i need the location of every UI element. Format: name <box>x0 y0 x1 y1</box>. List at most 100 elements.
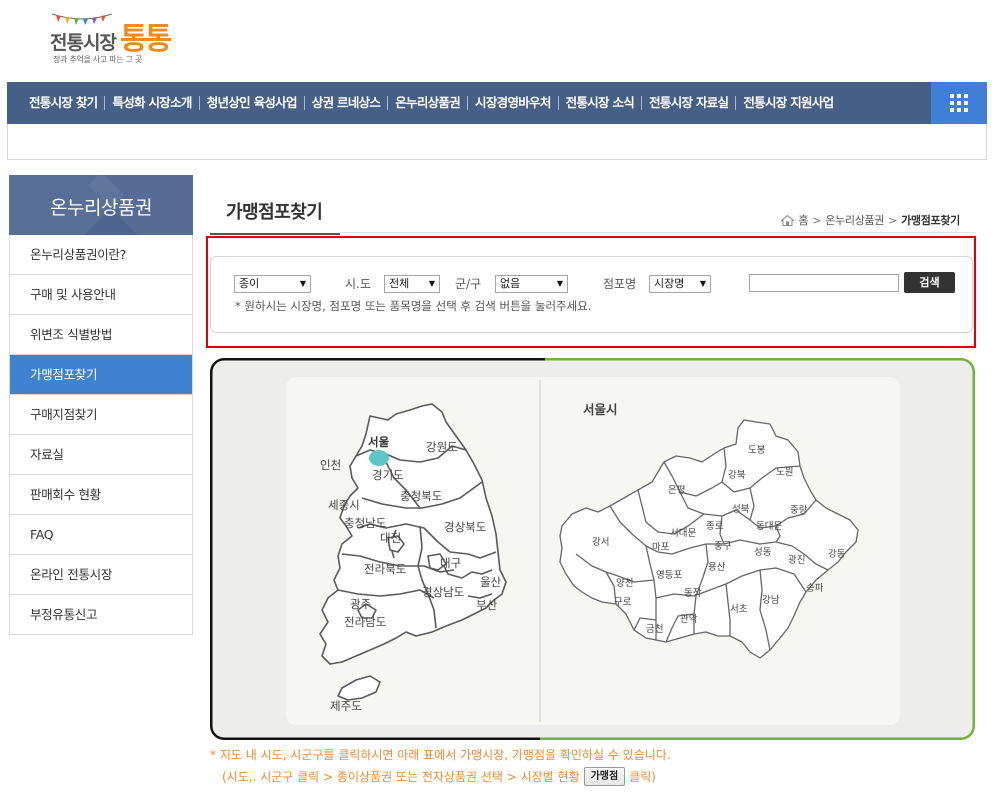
search-input[interactable] <box>749 274 899 292</box>
nav-item-archive[interactable]: 전통시장 자료실 <box>641 96 735 110</box>
district-yeongdeungpo[interactable]: 영등포 <box>656 570 682 581</box>
region-jeonnam[interactable]: 전라남도 <box>344 615 386 629</box>
district-jungnang[interactable]: 중랑 <box>790 504 808 516</box>
main-navigation: 전통시장 찾기 특성화 시장소개 청년상인 육성사업 상권 르네상스 온누리상품… <box>7 82 987 124</box>
nav-item-young-merchants[interactable]: 청년상인 육성사업 <box>198 96 304 110</box>
sido-select[interactable]: 전체 ▼ <box>384 275 440 293</box>
district-gangbuk[interactable]: 강북 <box>728 470 746 481</box>
logo-tagline: 정과 추억을 사고 파는 그 곳 <box>53 55 142 64</box>
sidebar-item-report[interactable]: 부정유통신고 <box>10 595 192 635</box>
sidebar-title: 온누리상품권 <box>9 175 193 235</box>
page-title: 가맹점포찾기 <box>210 198 340 235</box>
store-label: 점포명 <box>603 277 637 291</box>
region-gyeonggi[interactable]: 경기도 <box>372 468 404 482</box>
district-jongno[interactable]: 종로 <box>706 521 724 532</box>
search-field-select[interactable]: 시장명 ▼ <box>649 275 711 293</box>
seoul-marker[interactable] <box>369 450 389 466</box>
district-dobong[interactable]: 도봉 <box>748 445 766 456</box>
district-seocho[interactable]: 서초 <box>730 604 748 615</box>
logo-text-1: 전통시장 <box>50 32 117 54</box>
district-gangseo[interactable]: 강서 <box>592 537 609 548</box>
store-map: 서울 인천 강원도 경기도 세종시 충청북도 충청남도 대전 경상북도 전라북도… <box>210 358 975 740</box>
district-gangdong[interactable]: 강동 <box>828 549 846 560</box>
district-dongdaemun[interactable]: 동대문 <box>756 521 782 532</box>
sidebar-item-branch-search[interactable]: 구매지점찾기 <box>10 395 192 435</box>
district-eunpyeong[interactable]: 은평 <box>668 485 685 496</box>
logo-text-2: 통통 <box>120 22 172 57</box>
breadcrumb-separator-icon: > <box>888 213 898 227</box>
region-daegu[interactable]: 대구 <box>440 556 461 570</box>
search-highlight-frame: 종이 ▼ 시.도 전체 ▼ 군/구 없음 ▼ 점포명 시장명 ▼ 검색 * 원하시는 시… <box>206 236 976 348</box>
region-gwangju[interactable]: 광주 <box>350 597 371 611</box>
district-yangcheon[interactable]: 양천 <box>616 578 633 589</box>
district-mapo[interactable]: 마포 <box>652 542 670 553</box>
map-instruction: * 지도 내 시도, 시군구를 클릭하시면 아래 표에서 가맹시장, 가맹점을 … <box>210 748 671 762</box>
sidebar-menu: 온누리상품권이란? 구매 및 사용안내 위변조 식별방법 가맹점포찾기 구매지점… <box>9 235 193 635</box>
instruction-text-end: 클릭) <box>629 770 656 784</box>
district-dongjak[interactable]: 동작 <box>684 588 702 599</box>
instruction-text: (시도,. 시군구 클릭 > 종이상품권 또는 전자상품권 선택 > 시장별 현… <box>222 770 580 784</box>
sidebar-item-usage-guide[interactable]: 구매 및 사용안내 <box>10 275 192 315</box>
home-icon[interactable] <box>781 214 795 226</box>
district-gwangjin[interactable]: 광진 <box>788 554 805 566</box>
chevron-down-icon: ▼ <box>428 279 435 288</box>
region-incheon[interactable]: 인천 <box>320 458 341 472</box>
sidebar-item-resources[interactable]: 자료실 <box>10 435 192 475</box>
nav-item-special-markets[interactable]: 특성화 시장소개 <box>104 96 198 110</box>
bunting-icon <box>52 13 112 25</box>
region-daejeon[interactable]: 대전 <box>380 531 401 545</box>
region-jeonbuk[interactable]: 전라북도 <box>364 562 406 576</box>
breadcrumb-section[interactable]: 온누리상품권 <box>825 212 884 228</box>
region-chungnam[interactable]: 충청남도 <box>344 516 386 530</box>
chevron-down-icon: ▼ <box>556 279 563 288</box>
sidebar-item-counterfeit[interactable]: 위변조 식별방법 <box>10 315 192 355</box>
district-songpa[interactable]: 송파 <box>806 583 824 594</box>
region-seoul[interactable]: 서울 <box>368 435 390 449</box>
sub-menu-bar <box>7 124 987 160</box>
district-gangnam[interactable]: 강남 <box>762 595 780 606</box>
sidebar-item-store-search[interactable]: 가맹점포찾기 <box>10 355 192 395</box>
district-gwanak[interactable]: 관악 <box>680 613 698 625</box>
nav-item-news[interactable]: 전통시장 소식 <box>557 96 641 110</box>
site-logo[interactable]: 전통시장 통통 정과 추억을 사고 파는 그 곳 <box>50 10 172 70</box>
nav-item-market-search[interactable]: 전통시장 찾기 <box>23 96 104 110</box>
region-gyeongbuk[interactable]: 경상북도 <box>444 520 486 534</box>
district-jung[interactable]: 중구 <box>714 541 732 552</box>
chevron-down-icon: ▼ <box>699 279 706 288</box>
district-guro[interactable]: 구로 <box>614 597 632 608</box>
search-hint: * 원하시는 시장명, 점포명 또는 품목명을 선택 후 검색 버튼을 눌러주세… <box>235 299 592 313</box>
district-nowon[interactable]: 노원 <box>776 467 793 478</box>
district-seongbuk[interactable]: 성북 <box>732 504 750 515</box>
nav-item-renaissance[interactable]: 상권 르네상스 <box>303 96 387 110</box>
district-yongsan[interactable]: 용산 <box>708 562 726 573</box>
region-ulsan[interactable]: 울산 <box>480 575 502 589</box>
gungu-select[interactable]: 없음 ▼ <box>495 275 568 293</box>
sidebar-item-online-market[interactable]: 온라인 전통시장 <box>10 555 192 595</box>
district-geumcheon[interactable]: 금천 <box>646 624 663 635</box>
nav-item-onnuri[interactable]: 온누리상품권 <box>387 96 467 110</box>
region-chungbuk[interactable]: 충청북도 <box>400 489 442 503</box>
region-gangwon[interactable]: 강원도 <box>426 440 458 454</box>
sidebar-item-sales-status[interactable]: 판매회수 현황 <box>10 475 192 515</box>
search-button[interactable]: 검색 <box>904 272 955 293</box>
region-gyeongnam[interactable]: 경상남도 <box>422 585 464 599</box>
nav-item-voucher[interactable]: 시장경영바우처 <box>467 96 558 110</box>
sido-label: 시.도 <box>345 277 371 291</box>
sidebar-item-about[interactable]: 온누리상품권이란? <box>10 235 192 275</box>
breadcrumb-home[interactable]: 홈 <box>798 212 808 228</box>
region-busan[interactable]: 부산 <box>476 598 498 612</box>
district-seodaemun[interactable]: 서대문 <box>670 528 696 539</box>
sidebar-item-faq[interactable]: FAQ <box>10 515 192 555</box>
chevron-down-icon: ▼ <box>299 279 306 288</box>
region-sejong[interactable]: 세종시 <box>328 498 360 512</box>
breadcrumb: 홈 > 온누리상품권 > 가맹점포찾기 <box>781 212 960 228</box>
store-button-sample: 가맹점 <box>583 767 626 786</box>
district-seongdong[interactable]: 성동 <box>754 547 772 558</box>
all-menu-grid-icon[interactable] <box>931 82 987 124</box>
nav-item-support[interactable]: 전통시장 지원사업 <box>735 96 840 110</box>
gungu-label: 군/구 <box>455 277 482 291</box>
seoul-map-title: 서울시 <box>583 402 618 417</box>
region-jeju[interactable]: 제주도 <box>330 699 362 713</box>
voucher-type-select[interactable]: 종이 ▼ <box>234 275 311 293</box>
map-instruction-detail: (시도,. 시군구 클릭 > 종이상품권 또는 전자상품권 선택 > 시장별 현… <box>222 767 656 786</box>
